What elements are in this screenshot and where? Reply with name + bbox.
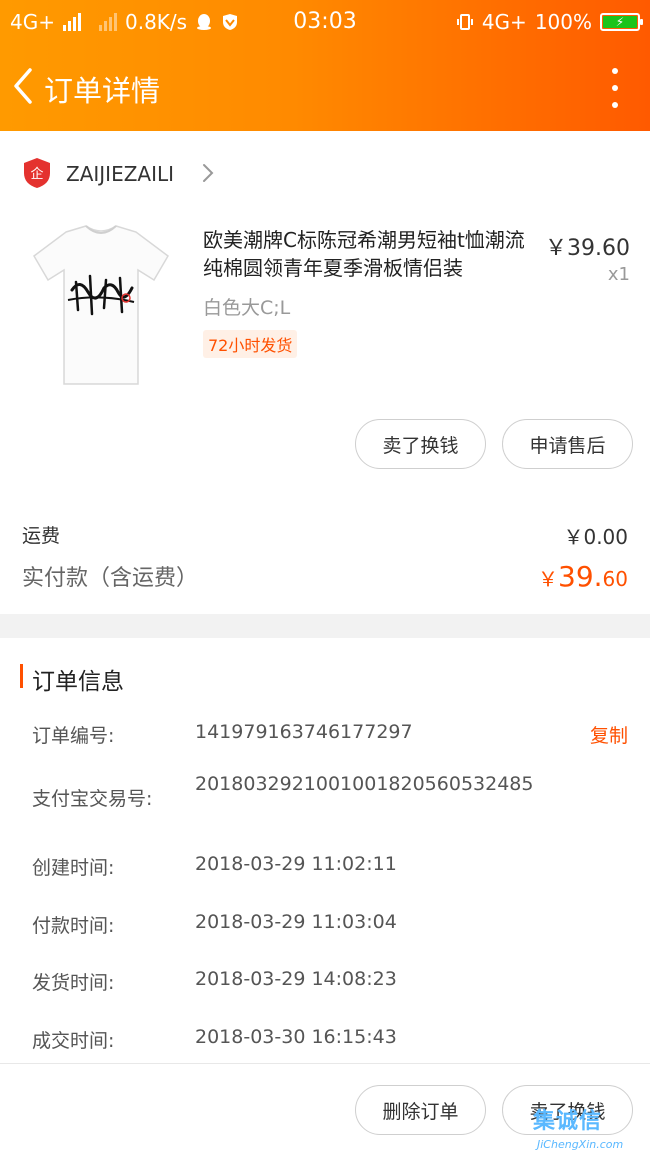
alipay-trade-no-label: 支付宝交易号: [32,788,153,810]
watermark-sub: JiChengXin.com [537,1138,624,1151]
alipay-trade-no-value: 2018032921001001820560532485 [195,773,534,795]
watermark: 集诚信 JiChengXin.com [533,1103,645,1153]
nav-bar: 订单详情 [0,44,650,131]
chevron-right-icon [203,164,214,182]
shop-name: ZAIJIEZAILI [66,162,175,186]
sell-for-cash-button[interactable]: 卖了换钱 [355,419,486,469]
shipped-time-label: 发货时间: [32,972,115,994]
paid-amount-decimal: 60 [602,567,628,591]
shop-header[interactable]: 企 ZAIJIEZAILI [0,152,650,198]
section-divider [0,614,650,638]
shipping-tag: 72小时发货 [203,330,298,358]
enterprise-badge-text: 企 [30,166,43,182]
battery-percent: 100% [534,10,592,34]
paid-amount-integer: 39. [558,560,603,593]
order-number-label: 订单编号: [32,725,115,747]
more-vertical-icon[interactable] [610,68,620,108]
product-quantity: x1 [607,264,630,285]
product-title[interactable]: 欧美潮牌C标陈冠希潮男短袖t恤潮流纯棉圆领青年夏季滑板情侣装 [203,226,539,282]
watermark-main: 集诚信 [533,1109,603,1134]
paid-amount-label: 实付款（含运费） [22,566,199,591]
product-sku: 白色大C;L [203,297,291,319]
shipping-fee-label: 运费 [22,525,61,547]
order-number-value: 141979163746177297 [195,721,413,743]
page-title: 订单详情 [44,74,161,108]
shipping-fee-value: ￥0.00 [563,525,628,549]
enterprise-badge-icon: 企 [24,158,50,188]
request-after-sales-button[interactable]: 申请售后 [502,419,633,469]
header: 4G+ 0.8K/s 03:03 4G+ 100% ⚡ 订单详情 [0,0,650,131]
delete-order-button[interactable]: 删除订单 [355,1085,486,1135]
status-right: 4G+ 100% ⚡ [456,10,643,34]
battery-icon: ⚡ [600,13,643,31]
created-time-value: 2018-03-29 11:02:11 [195,853,397,875]
paid-time-value: 2018-03-29 11:03:04 [195,911,397,933]
paid-time-label: 付款时间: [32,915,115,937]
shipped-time-value: 2018-03-29 14:08:23 [195,968,397,990]
completed-time-label: 成交时间: [32,1030,115,1052]
paid-currency-symbol: ￥ [538,567,559,591]
paid-amount-value: ￥39.60 [538,560,628,593]
chevron-left-icon[interactable] [6,64,42,108]
created-time-label: 创建时间: [32,857,115,879]
order-info-title: 订单信息 [32,669,124,695]
product-price: ￥39.60 [545,236,630,261]
status-bar: 4G+ 0.8K/s 03:03 4G+ 100% ⚡ [0,0,650,44]
vibrate-icon [456,14,473,30]
completed-time-value: 2018-03-30 16:15:43 [195,1026,397,1048]
product-image[interactable] [20,218,182,388]
network-indicator-right: 4G+ [481,10,527,34]
copy-order-number-button[interactable]: 复制 [590,721,628,748]
section-accent-bar [20,664,23,688]
